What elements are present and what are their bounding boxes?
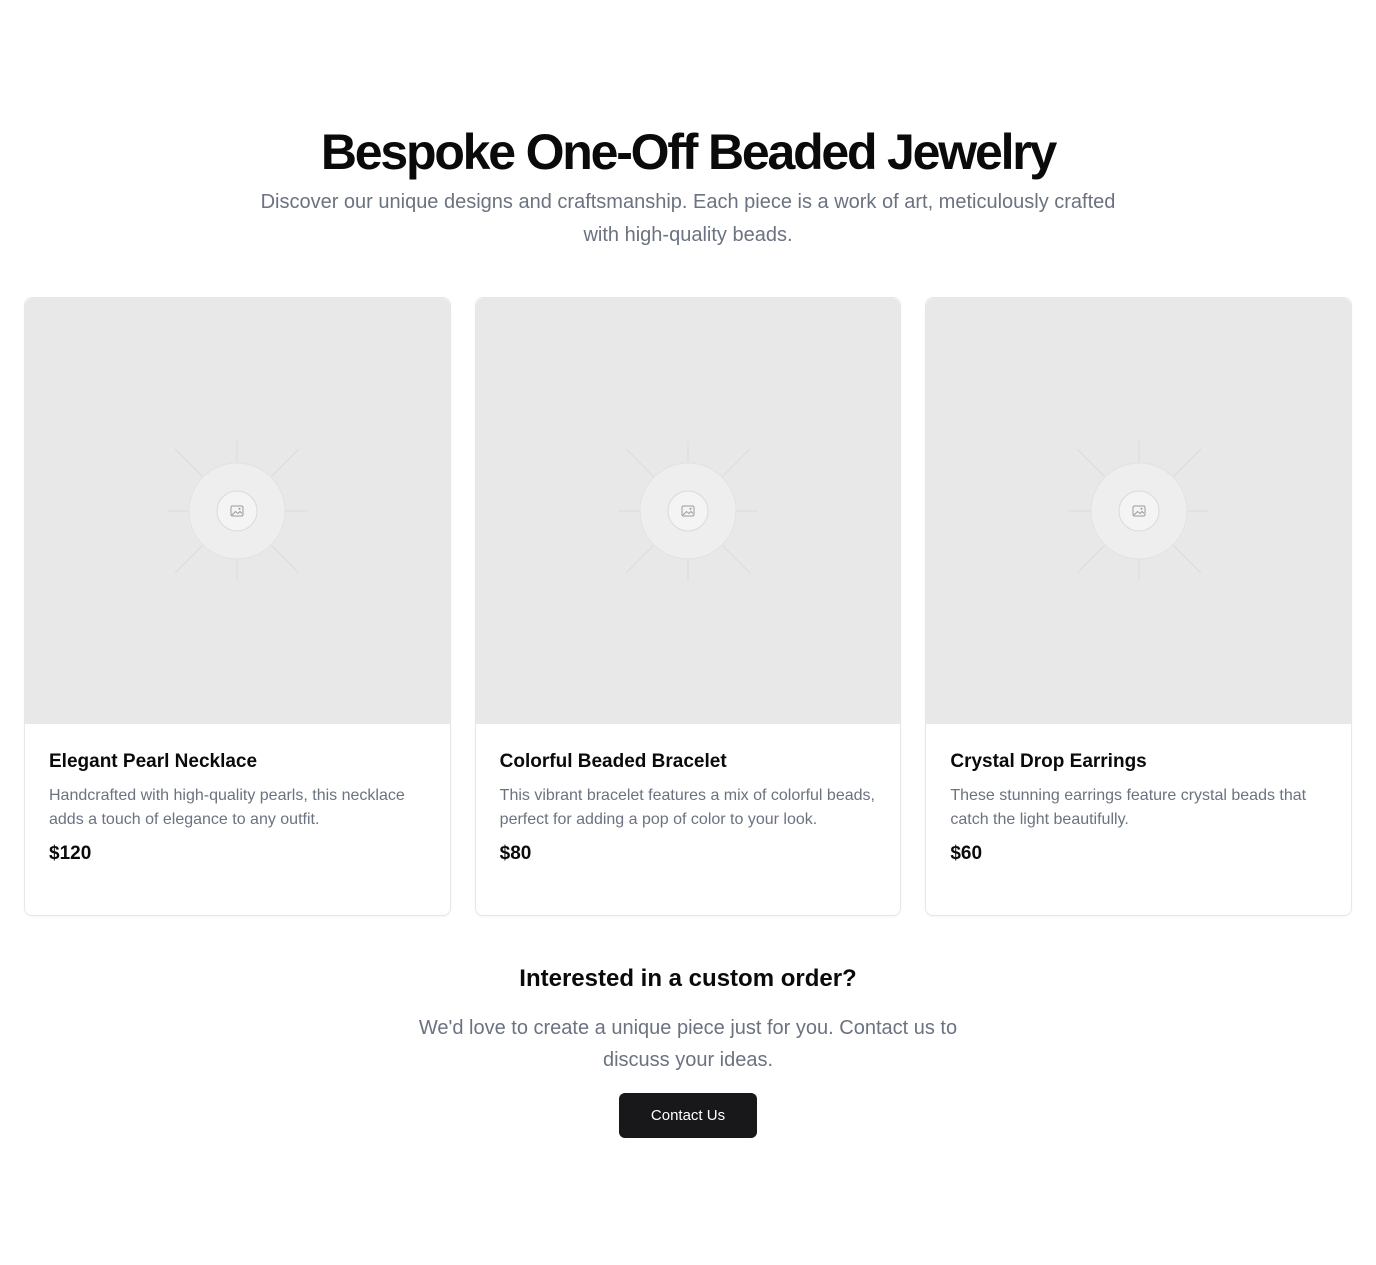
product-card-body: Elegant Pearl Necklace Handcrafted with … (25, 724, 450, 890)
product-price: $120 (49, 843, 92, 864)
custom-order-section: Interested in a custom order? We'd love … (0, 962, 1376, 1138)
product-price: $80 (499, 843, 532, 864)
product-title: Elegant Pearl Necklace (49, 751, 258, 772)
image-placeholder-icon (618, 441, 758, 581)
product-image-placeholder (25, 298, 450, 724)
product-card[interactable]: Elegant Pearl Necklace Handcrafted with … (24, 297, 451, 916)
page-subtitle: Discover our unique designs and craftsma… (260, 191, 1116, 246)
custom-order-heading: Interested in a custom order? (519, 965, 857, 992)
image-placeholder-icon (1068, 441, 1209, 581)
page-title: Bespoke One-Off Beaded Jewelry (320, 124, 1057, 180)
hero-section: Bespoke One-Off Beaded Jewelry Discover … (0, 122, 1376, 252)
product-image-placeholder (475, 298, 901, 724)
custom-order-text: We'd love to create a unique piece just … (418, 1017, 958, 1071)
product-card-body: Colorful Beaded Bracelet This vibrant br… (476, 724, 901, 890)
product-card[interactable]: Crystal Drop Earrings These stunning ear… (925, 297, 1353, 916)
product-card[interactable]: Colorful Beaded Bracelet This vibrant br… (474, 297, 902, 916)
page: Bespoke One-Off Beaded Jewelry Discover … (0, 0, 1376, 1265)
product-title: Crystal Drop Earrings (950, 751, 1147, 772)
product-image-placeholder (926, 298, 1352, 724)
product-description: Handcrafted with high-quality pearls, th… (49, 787, 405, 828)
product-title: Colorful Beaded Bracelet (499, 751, 727, 772)
product-description: These stunning earrings feature crystal … (950, 787, 1307, 828)
image-placeholder-icon (167, 441, 308, 581)
contact-us-button[interactable]: Contact Us (619, 1093, 757, 1138)
product-description: This vibrant bracelet features a mix of … (499, 787, 875, 828)
product-grid: Elegant Pearl Necklace Handcrafted with … (24, 297, 1353, 916)
product-price: $60 (950, 843, 983, 864)
product-card-body: Crystal Drop Earrings These stunning ear… (926, 724, 1351, 890)
